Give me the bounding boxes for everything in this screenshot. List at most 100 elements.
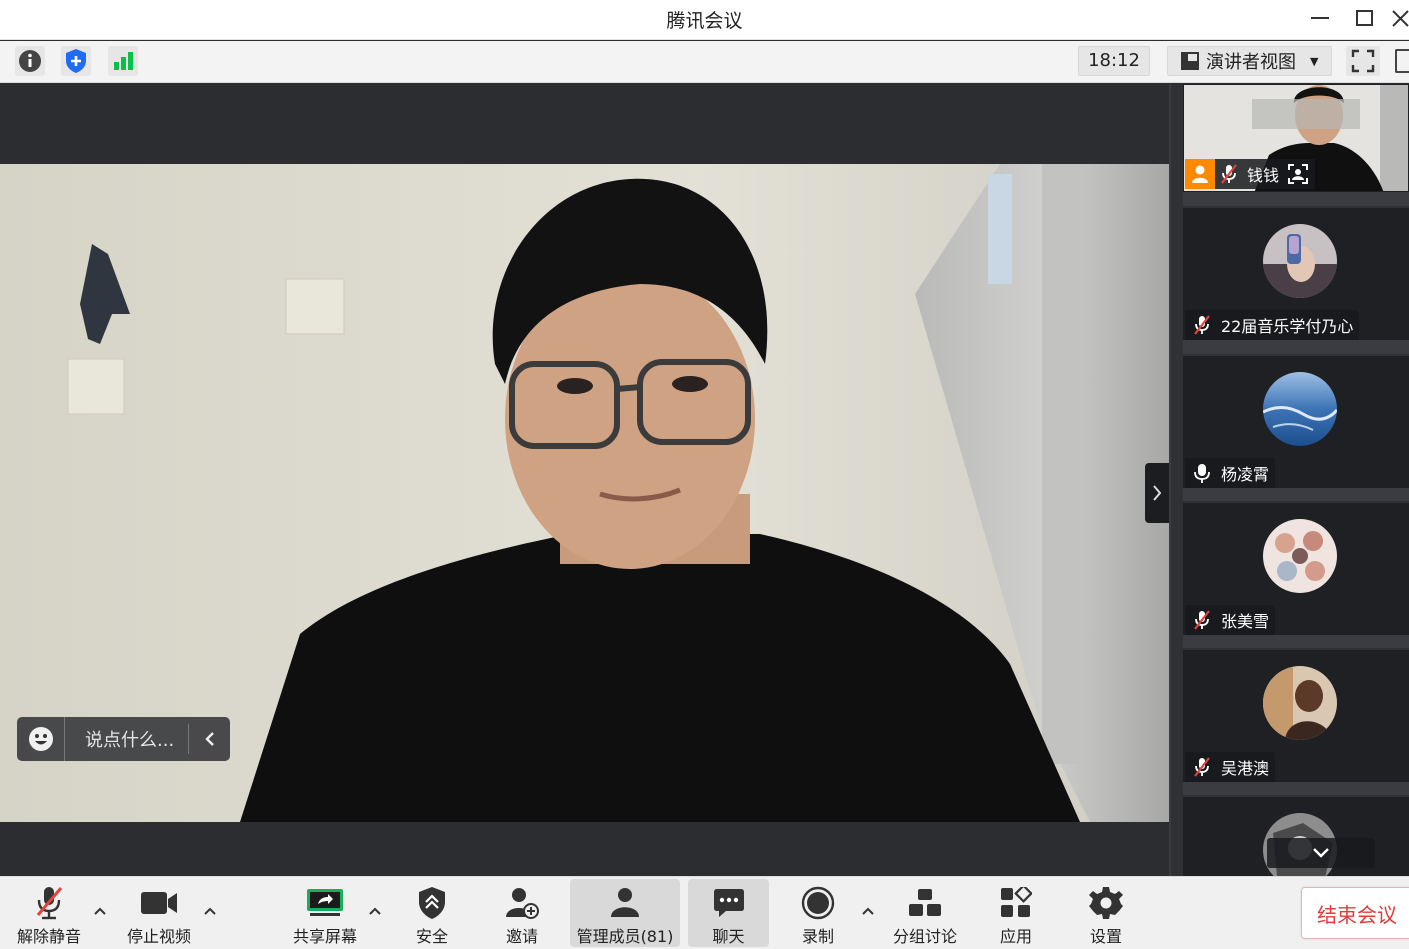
face-frame-icon (1288, 164, 1309, 184)
network-status-button[interactable] (108, 46, 138, 76)
video-camera-icon (141, 892, 177, 914)
self-name-bar: 钱钱 (1185, 159, 1316, 189)
layout-icon (1181, 52, 1199, 70)
apps-grid-icon (1001, 887, 1032, 917)
members-icon (611, 888, 639, 917)
audio-options-chevron[interactable] (91, 903, 109, 919)
manage-members-button[interactable]: 管理成员(81) (570, 879, 680, 947)
chevron-up-icon (94, 907, 106, 915)
window-title: 腾讯会议 (666, 10, 743, 32)
unmute-label: 解除静音 (16, 927, 81, 946)
security-button[interactable]: 安全 (404, 879, 460, 947)
mic-muted-icon (1189, 607, 1215, 633)
maximize-button[interactable] (1348, 4, 1382, 32)
close-button[interactable] (1390, 4, 1409, 32)
view-layout-label: 演讲者视图 (1206, 52, 1296, 73)
invite-label: 邀请 (505, 927, 538, 946)
unmute-button[interactable]: 解除静音 (14, 879, 84, 947)
chat-bubble-icon (713, 889, 744, 917)
security-label: 安全 (415, 927, 448, 946)
record-button[interactable]: 录制 (790, 879, 846, 947)
tencent-meeting-window: 腾讯会议 18:12 演讲者视图 ▼ 说点什么... 钱钱 22届音乐学付乃心 … (0, 0, 1409, 949)
settings-button[interactable]: 设置 (1080, 879, 1132, 947)
end-meeting-button[interactable]: 结束会议 (1301, 887, 1409, 939)
meeting-info-button[interactable] (15, 46, 45, 76)
chevron-up-icon (862, 907, 874, 915)
invite-button[interactable]: 邀请 (494, 879, 550, 947)
security-status-button[interactable] (61, 46, 91, 76)
breakout-rooms-button[interactable]: 分组讨论 (888, 879, 962, 947)
stop-video-label: 停止视频 (126, 927, 191, 946)
minimize-button[interactable] (1303, 4, 1337, 32)
chevron-left-icon (204, 732, 214, 746)
chevron-down-icon (1313, 848, 1329, 858)
manage-members-label: 管理成员(81) (576, 927, 674, 946)
chevron-right-icon (1153, 485, 1162, 501)
meeting-controls: 解除静音 停止视频 共享屏幕 安全 邀请 管理成员(81) 聊天 录制 分组讨论… (0, 876, 1409, 949)
participant-tile[interactable]: 吴港澳 (1183, 648, 1409, 782)
mic-muted-icon (1215, 160, 1243, 188)
gear-icon (1089, 887, 1123, 919)
meeting-toolbar: 18:12 演讲者视图 ▼ (0, 41, 1409, 83)
chat-label: 聊天 (712, 927, 745, 946)
mic-icon (1189, 460, 1215, 486)
collapse-chat-button[interactable] (188, 724, 230, 754)
participant-name: 杨凌霄 (1221, 465, 1270, 484)
mic-muted-icon (36, 887, 63, 920)
self-video-tile[interactable]: 钱钱 (1183, 84, 1409, 192)
maximize-icon (1356, 10, 1373, 26)
mic-muted-icon (1189, 754, 1215, 780)
info-icon (19, 50, 41, 72)
stop-video-button[interactable]: 停止视频 (122, 879, 196, 947)
add-user-icon (506, 888, 539, 919)
shield-icon (66, 49, 86, 73)
view-layout-dropdown[interactable]: 演讲者视图 ▼ (1167, 46, 1332, 76)
chevron-up-icon (369, 907, 381, 915)
quick-chat-bar: 说点什么... (17, 717, 230, 761)
participant-name: 吴港澳 (1221, 759, 1270, 778)
scroll-down-button[interactable] (1267, 838, 1375, 868)
quick-chat-input[interactable]: 说点什么... (65, 726, 188, 752)
share-screen-button[interactable]: 共享屏幕 (288, 879, 362, 947)
share-screen-label: 共享屏幕 (292, 927, 357, 946)
video-options-chevron[interactable] (201, 903, 219, 919)
apps-button[interactable]: 应用 (990, 879, 1042, 947)
participant-avatar (1263, 224, 1337, 298)
title-bar: 腾讯会议 (0, 0, 1409, 40)
collapse-panel-button[interactable] (1145, 463, 1169, 523)
host-user-icon (1192, 165, 1208, 183)
settings-label: 设置 (1089, 927, 1122, 946)
participant-avatar (1263, 372, 1337, 446)
participant-tile[interactable]: 22届音乐学付乃心 (1183, 206, 1409, 340)
breakout-icon (909, 889, 941, 916)
participant-name-bar: 吴港澳 (1185, 752, 1276, 782)
fullscreen-button[interactable] (1346, 46, 1380, 76)
participant-tile[interactable]: 杨凌霄 (1183, 354, 1409, 488)
mic-muted-icon (1189, 312, 1215, 338)
participant-gallery: 钱钱 22届音乐学付乃心 杨凌霄 张美雪 吴港澳 (1169, 84, 1409, 876)
meeting-clock: 18:12 (1078, 46, 1150, 76)
self-name: 钱钱 (1247, 166, 1280, 185)
chevron-up-icon (204, 907, 216, 915)
share-options-chevron[interactable] (366, 903, 384, 919)
record-options-chevron[interactable] (859, 903, 877, 919)
apps-label: 应用 (999, 927, 1032, 946)
chevron-down-icon: ▼ (1310, 54, 1319, 68)
side-panel-toggle[interactable] (1395, 49, 1409, 73)
participant-tile[interactable] (1183, 795, 1409, 876)
fullscreen-icon (1351, 49, 1375, 73)
signal-icon (114, 52, 133, 70)
panel-resize-handle[interactable] (1171, 84, 1183, 876)
breakout-label: 分组讨论 (892, 927, 957, 946)
participant-name-bar: 杨凌霄 (1185, 458, 1276, 488)
share-screen-icon (307, 889, 343, 916)
minimize-icon (1311, 17, 1329, 19)
emoji-button[interactable] (17, 717, 65, 761)
participant-name-bar: 张美雪 (1185, 605, 1276, 635)
participant-avatar (1263, 519, 1337, 593)
participant-name: 张美雪 (1221, 612, 1270, 631)
close-icon (1392, 10, 1409, 27)
participant-tile[interactable]: 张美雪 (1183, 501, 1409, 635)
participant-name: 22届音乐学付乃心 (1221, 317, 1354, 336)
chat-button[interactable]: 聊天 (688, 879, 769, 947)
